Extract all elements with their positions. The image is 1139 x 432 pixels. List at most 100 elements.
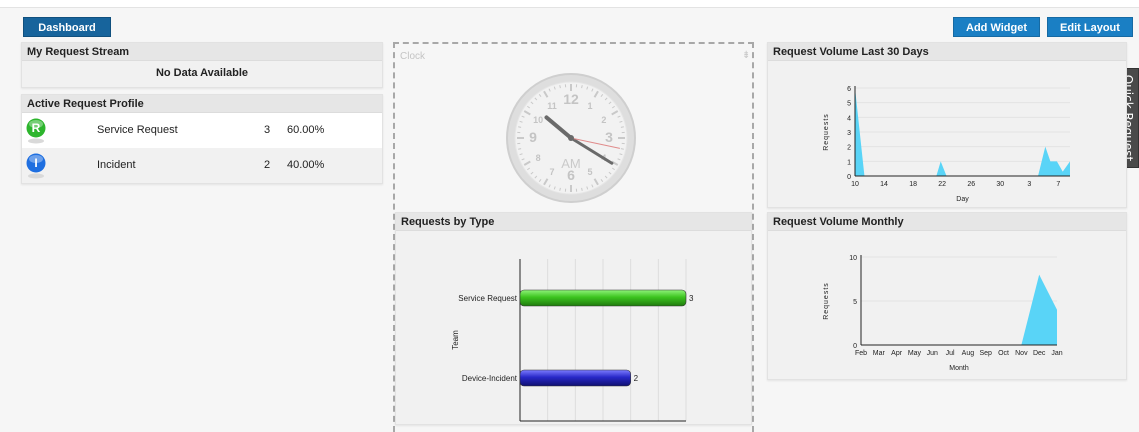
- x-tick-label: 14: [880, 181, 888, 188]
- y-tick-label: 1: [847, 159, 851, 166]
- request-stream-panel: My Request Stream No Data Available: [21, 42, 383, 88]
- requests-by-type-chart: 0 0.5 1 1.5 2 2.5 3 Team Service Request 3 Device-…: [396, 231, 753, 426]
- profile-percent: 40.00%: [287, 159, 324, 171]
- y-tick-label: 0: [853, 343, 857, 350]
- y-tick-label: 5: [847, 101, 851, 108]
- profile-count: 2: [264, 159, 270, 171]
- clock-number: 3: [605, 129, 613, 145]
- x-tick-label: May: [908, 350, 922, 357]
- x-tick-label: 30: [996, 181, 1004, 188]
- x-tick-label: Nov: [1015, 350, 1028, 357]
- clock-tick: [560, 85, 561, 88]
- x-tick-label: 22: [938, 181, 946, 188]
- clock-number: 8: [536, 153, 541, 163]
- clock-number: 7: [549, 167, 554, 177]
- no-data-message: No Data Available: [22, 61, 382, 79]
- x-tick-label: Apr: [891, 350, 903, 357]
- clock-tick: [621, 149, 624, 150]
- clock-tick: [518, 149, 521, 150]
- y-tick-label: 3: [847, 130, 851, 137]
- x-tick-label: 18: [909, 181, 917, 188]
- x-tick-label: Feb: [855, 350, 867, 357]
- clock-ampm: AM: [561, 156, 581, 171]
- edit-layout-button[interactable]: Edit Layout: [1047, 17, 1133, 37]
- clock-tick: [518, 127, 521, 128]
- x-tick-label: Dec: [1033, 350, 1046, 357]
- y-axis-label: Requests: [823, 282, 830, 320]
- clock-number: 5: [587, 167, 592, 177]
- x-tick-label: Aug: [962, 350, 975, 357]
- bar[interactable]: [520, 370, 631, 386]
- x-tick-label: 10: [851, 181, 859, 188]
- profile-count: 3: [264, 124, 270, 136]
- service-request-icon: R: [25, 118, 47, 144]
- clock-number: 10: [533, 115, 543, 125]
- clock-tick: [621, 127, 624, 128]
- panel-title: Requests by Type: [396, 213, 751, 231]
- clock-number: 11: [547, 101, 557, 111]
- clock-face: 121234567891011 AM: [505, 72, 637, 204]
- x-axis-label: Month: [949, 365, 969, 372]
- x-tick-label: 1.5: [597, 425, 609, 426]
- requests-by-type-panel: Requests by Type 0 0.5 1 1.5 2 2.5 3 Team Servic…: [395, 212, 752, 425]
- svg-text:I: I: [34, 156, 37, 170]
- y-axis-label: Team: [451, 330, 460, 350]
- pin-icon[interactable]: ⇟: [742, 50, 750, 61]
- add-widget-button[interactable]: Add Widget: [953, 17, 1040, 37]
- clock-number: 12: [563, 91, 579, 107]
- profile-name: Incident: [97, 159, 136, 171]
- x-tick-label: 0.5: [542, 425, 554, 426]
- data-label: 2: [634, 374, 639, 383]
- clock-number: 2: [601, 115, 606, 125]
- clock-tick: [560, 188, 561, 191]
- y-tick-label: 2: [847, 145, 851, 152]
- x-tick-label: Oct: [998, 350, 1009, 357]
- x-tick-label: Jun: [927, 350, 938, 357]
- data-label: 3: [689, 294, 694, 303]
- bar[interactable]: [520, 290, 686, 306]
- panel-title: Request Volume Last 30 Days: [768, 43, 1126, 61]
- clock-tick: [582, 188, 583, 191]
- incident-icon: I: [25, 153, 47, 179]
- category-label: Service Request: [458, 294, 517, 303]
- x-tick-label: 3: [684, 425, 689, 426]
- clock-number: 1: [587, 101, 592, 111]
- dashboard-button[interactable]: Dashboard: [23, 17, 111, 37]
- x-tick-label: 2: [628, 425, 633, 426]
- top-bar: [0, 0, 1139, 8]
- y-tick-label: 0: [847, 174, 851, 181]
- x-tick-label: 7: [1056, 181, 1060, 188]
- panel-title: Request Volume Monthly: [768, 213, 1126, 231]
- x-tick-label: 2.5: [653, 425, 665, 426]
- clock-title: Clock: [400, 51, 425, 62]
- x-tick-label: 1: [573, 425, 578, 426]
- profile-row-service-request[interactable]: R Service Request 3 60.00%: [22, 113, 382, 148]
- x-axis-label: Day: [956, 196, 969, 203]
- x-tick-label: 0: [518, 425, 523, 426]
- volume-30-days-chart: 0123456Requests10141822263037Day: [768, 61, 1128, 207]
- profile-row-incident[interactable]: I Incident 2 40.00%: [22, 148, 382, 183]
- panel-title: Active Request Profile: [22, 95, 382, 113]
- volume-30-days-panel: Request Volume Last 30 Days 0 1 2 3 4 5 6 Reque…: [767, 42, 1127, 208]
- profile-name: Service Request: [97, 124, 178, 136]
- area-series: [861, 275, 1057, 345]
- volume-monthly-chart: 0 5 10 Requests Feb Mar Apr May Jun Jul Aug Sep Oct N…: [768, 231, 1128, 379]
- profile-percent: 60.00%: [287, 124, 324, 136]
- panel-title: My Request Stream: [22, 43, 382, 61]
- y-tick-label: 6: [847, 86, 851, 93]
- y-tick-label: 4: [847, 115, 851, 122]
- clock-tick: [582, 85, 583, 88]
- request-profile-panel: Active Request Profile R Service Request…: [21, 94, 383, 184]
- volume-monthly-panel: Request Volume Monthly 0 5 10 Requests Feb Ma…: [767, 212, 1127, 380]
- clock-number: 9: [529, 129, 537, 145]
- x-tick-label: Jan: [1051, 350, 1062, 357]
- y-tick-label: 5: [853, 299, 857, 306]
- x-tick-label: 3: [1027, 181, 1031, 188]
- svg-text:R: R: [32, 121, 41, 135]
- x-tick-label: Mar: [873, 350, 886, 357]
- category-label: Device-Incident: [462, 374, 518, 383]
- y-tick-label: 10: [849, 255, 857, 262]
- x-tick-label: Jul: [946, 350, 955, 357]
- x-tick-label: Sep: [979, 350, 992, 357]
- y-axis-label: Requests: [823, 113, 830, 151]
